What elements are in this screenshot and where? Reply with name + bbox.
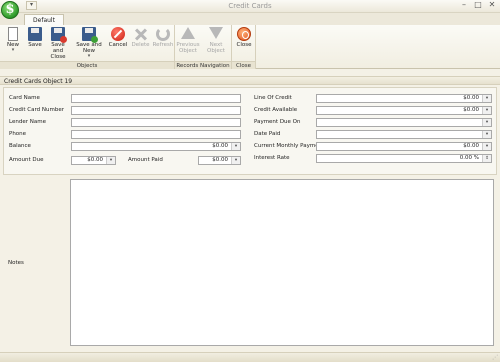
ribbon-group-label: Objects	[0, 61, 174, 69]
refresh-icon	[156, 27, 170, 41]
current-monthly-payment-value: $0.00	[463, 143, 479, 149]
cancel-button[interactable]: Cancel	[107, 27, 129, 48]
chevron-down-icon[interactable]: ▾	[106, 157, 115, 164]
form-header: Credit Cards Object 19	[0, 76, 500, 85]
maximize-icon[interactable]: □	[471, 0, 485, 10]
lender-name-field[interactable]	[71, 118, 241, 127]
payment-due-on-label: Payment Due On	[254, 119, 301, 125]
next-object-label: Next Object	[207, 42, 225, 54]
title-bar: Credit Cards ▾ – □ ✕	[0, 0, 500, 13]
payment-due-on-field[interactable]: ▾	[316, 118, 492, 127]
interest-rate-label: Interest Rate	[254, 155, 290, 161]
save-and-new-button[interactable]: Save and New ▾	[72, 27, 106, 59]
next-object-button[interactable]: Next Object	[201, 27, 231, 54]
dollar-icon[interactable]: $	[1, 1, 19, 19]
quick-access-dropdown[interactable]: ▾	[26, 1, 37, 10]
chevron-down-icon[interactable]: ▾	[231, 157, 240, 164]
cancel-icon	[111, 27, 125, 41]
amount-paid-value: $0.00	[212, 157, 228, 163]
balance-field[interactable]: $0.00 ▾	[71, 142, 241, 151]
save-and-close-label: Save and Close	[50, 42, 66, 60]
card-name-field[interactable]	[71, 94, 241, 103]
lender-name-label: Lender Name	[9, 119, 46, 125]
line-of-credit-field[interactable]: $0.00 ▾	[316, 94, 492, 103]
chevron-down-icon[interactable]: ▾	[482, 119, 491, 126]
window-title: Credit Cards	[228, 2, 272, 10]
save-and-close-button[interactable]: Save and Close	[46, 27, 70, 60]
ribbon-group-close: Close Close	[232, 25, 256, 69]
ribbon-group-records-navigation: Previous Object Next Object Records Navi…	[175, 25, 232, 69]
amount-paid-label: Amount Paid	[128, 157, 163, 163]
arrow-up-icon	[181, 27, 195, 39]
phone-field[interactable]	[71, 130, 241, 139]
ribbon: New ▾ Save Save and Close Save and New ▾…	[0, 25, 500, 69]
interest-rate-value: 0.00 %	[459, 155, 479, 161]
amount-due-value: $0.00	[87, 157, 103, 163]
current-monthly-payment-label: Current Monthly Payment	[254, 143, 325, 149]
arrow-down-icon	[209, 27, 223, 39]
close-button[interactable]: Close	[235, 27, 253, 48]
credit-card-number-field[interactable]	[71, 106, 241, 115]
credit-card-number-label: Credit Card Number	[9, 107, 64, 113]
date-paid-label: Date Paid	[254, 131, 281, 137]
window-close-icon[interactable]: ✕	[485, 0, 499, 10]
ribbon-tab-row: Default	[0, 13, 500, 26]
refresh-button-label: Refresh	[152, 42, 174, 48]
ribbon-group-label: Records Navigation	[175, 61, 231, 69]
date-paid-field[interactable]: ▾	[316, 130, 492, 139]
amount-due-label: Amount Due	[9, 157, 44, 163]
save-and-close-icon	[51, 27, 67, 43]
ribbon-group-label: Close	[232, 61, 255, 69]
floppy-disk-icon	[28, 27, 42, 41]
line-of-credit-value: $0.00	[463, 95, 479, 101]
chevron-down-icon[interactable]: ▾	[482, 107, 491, 114]
chevron-down-icon: ▾	[87, 53, 91, 59]
chevron-down-icon[interactable]: ▾	[482, 95, 491, 102]
balance-label: Balance	[9, 143, 31, 149]
delete-button[interactable]: Delete	[131, 27, 150, 48]
notes-label: Notes	[8, 260, 24, 266]
details-form: Card Name Credit Card Number Lender Name…	[3, 87, 497, 175]
card-name-label: Card Name	[9, 95, 40, 101]
chevron-down-icon[interactable]: ▾	[231, 143, 240, 150]
new-document-icon	[8, 27, 18, 41]
amount-paid-field[interactable]: $0.00 ▾	[198, 156, 241, 165]
save-button[interactable]: Save	[25, 27, 45, 48]
current-monthly-payment-field[interactable]: $0.00 ▾	[316, 142, 492, 151]
chevron-down-icon: ▾	[11, 47, 15, 53]
credit-available-value: $0.00	[463, 107, 479, 113]
amount-due-field[interactable]: $0.00 ▾	[71, 156, 116, 165]
interest-rate-field[interactable]: 0.00 % ⇕	[316, 154, 492, 163]
line-of-credit-label: Line Of Credit	[254, 95, 292, 101]
save-button-label: Save	[28, 42, 42, 48]
balance-value: $0.00	[212, 143, 228, 149]
resize-grip-icon[interactable]: ⋰	[492, 354, 498, 361]
previous-object-label: Previous Object	[176, 42, 200, 54]
chevron-down-icon[interactable]: ▾	[482, 131, 491, 138]
status-bar: ⋰	[0, 352, 500, 362]
minimize-icon[interactable]: –	[457, 0, 471, 10]
previous-object-button[interactable]: Previous Object	[176, 27, 200, 54]
close-icon	[237, 27, 251, 41]
credit-available-field[interactable]: $0.00 ▾	[316, 106, 492, 115]
new-button[interactable]: New ▾	[3, 27, 23, 53]
refresh-button[interactable]: Refresh	[152, 27, 174, 48]
delete-button-label: Delete	[131, 42, 150, 48]
ribbon-group-objects: New ▾ Save Save and Close Save and New ▾…	[0, 25, 175, 69]
stepper-icon[interactable]: ⇕	[482, 155, 491, 162]
delete-icon	[134, 27, 148, 41]
phone-label: Phone	[9, 131, 27, 137]
notes-field[interactable]	[70, 179, 494, 346]
cancel-button-label: Cancel	[108, 42, 128, 48]
credit-available-label: Credit Available	[254, 107, 298, 113]
save-and-new-icon	[82, 27, 98, 43]
close-button-label: Close	[236, 42, 252, 48]
chevron-down-icon[interactable]: ▾	[482, 143, 491, 150]
